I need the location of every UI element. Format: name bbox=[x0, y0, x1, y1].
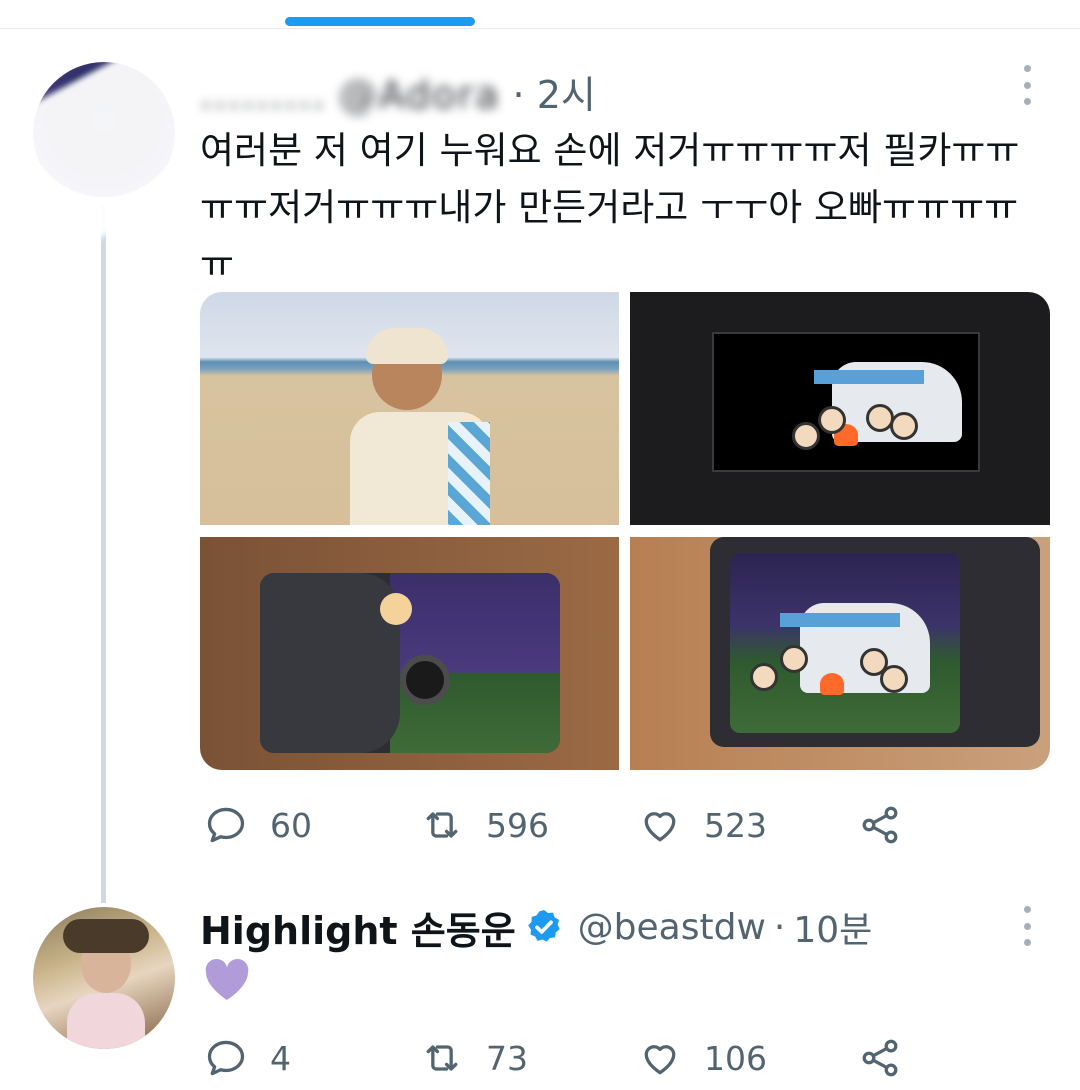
verified-badge-icon bbox=[527, 910, 560, 942]
author-name[interactable]: Highlight 손동운 bbox=[200, 900, 516, 955]
reply-count: 4 bbox=[270, 1038, 291, 1078]
media-photo-camera-back[interactable] bbox=[630, 537, 1050, 770]
more-vertical-icon[interactable] bbox=[1021, 65, 1033, 105]
author-name-redacted[interactable]: ......... bbox=[200, 73, 327, 117]
purple-heart-emoji-icon bbox=[205, 958, 249, 1000]
retweet-button[interactable]: 73 bbox=[420, 1033, 528, 1083]
like-count: 523 bbox=[704, 805, 767, 845]
more-vertical-icon[interactable] bbox=[1021, 906, 1033, 946]
avatar[interactable] bbox=[33, 907, 175, 1049]
person-figure bbox=[350, 322, 490, 525]
tweet-time[interactable]: 10분 bbox=[793, 901, 872, 953]
share-button[interactable] bbox=[858, 1033, 902, 1083]
disposable-camera bbox=[260, 573, 560, 753]
share-icon bbox=[862, 806, 898, 844]
tweet-actions: 60 596 523 bbox=[200, 800, 920, 850]
tweet-time[interactable]: 2시 bbox=[537, 73, 596, 117]
header-separator: · bbox=[512, 73, 537, 117]
share-icon bbox=[862, 1039, 898, 1077]
reply-button[interactable]: 60 bbox=[204, 800, 312, 850]
media-grid bbox=[200, 292, 1050, 770]
media-photo-beach[interactable] bbox=[200, 292, 619, 525]
film-print bbox=[712, 332, 980, 472]
author-handle[interactable]: @beastdw bbox=[578, 907, 766, 948]
author-handle[interactable]: @Adora bbox=[339, 73, 501, 117]
retweet-button[interactable]: 596 bbox=[420, 800, 549, 850]
like-button[interactable]: 523 bbox=[638, 800, 767, 850]
speech-bubble-icon bbox=[207, 1040, 245, 1076]
retweet-icon bbox=[426, 812, 458, 838]
speech-bubble-icon bbox=[207, 807, 245, 843]
media-photo-camera-front[interactable] bbox=[200, 537, 619, 770]
tweet-actions: 4 73 106 bbox=[200, 1033, 920, 1083]
retweet-count: 596 bbox=[486, 805, 549, 845]
top-divider bbox=[0, 28, 1080, 29]
retweet-icon bbox=[426, 1045, 458, 1071]
reply-button[interactable]: 4 bbox=[204, 1033, 291, 1083]
media-photo-film-print[interactable] bbox=[630, 292, 1050, 525]
tweet-header: ......... @Adora · 2시 bbox=[200, 64, 596, 119]
header-separator: · bbox=[773, 906, 786, 948]
retweet-count: 73 bbox=[486, 1038, 528, 1078]
heart-icon bbox=[644, 1045, 676, 1075]
disposable-camera bbox=[710, 537, 1040, 747]
reply-count: 60 bbox=[270, 805, 312, 845]
like-count: 106 bbox=[704, 1038, 767, 1078]
like-button[interactable]: 106 bbox=[638, 1033, 767, 1083]
tweet-text: 여러분 저 여기 누워요 손에 저거ㅠㅠㅠㅠ저 필카ㅠㅠㅠㅠ저거ㅠㅠㅠ내가 만든… bbox=[200, 129, 1020, 286]
tweet-header: Highlight 손동운 @beastdw · 10분 bbox=[200, 900, 872, 954]
share-button[interactable] bbox=[858, 800, 902, 850]
thread-connector-line bbox=[101, 205, 106, 903]
scroll-indicator bbox=[285, 17, 475, 26]
heart-icon bbox=[644, 812, 676, 842]
